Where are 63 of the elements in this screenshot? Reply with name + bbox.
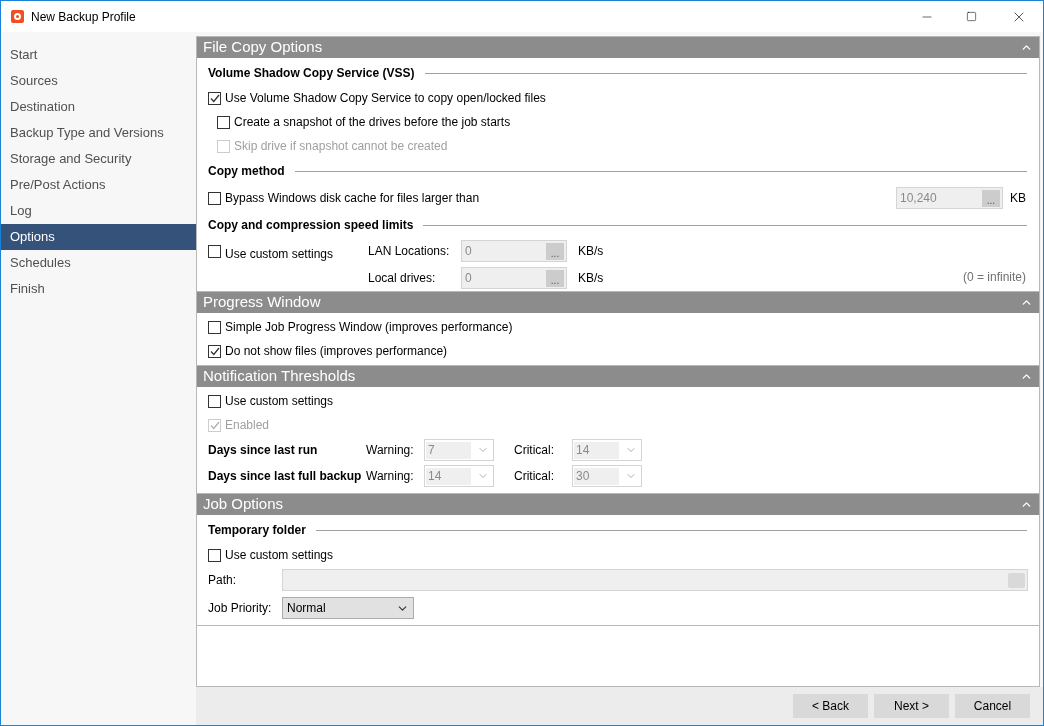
checkbox[interactable]: [208, 320, 221, 334]
checkmark-icon: [209, 420, 220, 430]
checkmark-icon: [209, 346, 220, 356]
sidebar-item[interactable]: Log: [1, 198, 196, 224]
number-field[interactable]: 0 ...: [461, 240, 567, 262]
checkbox-label: Do not show files (improves performance): [225, 343, 448, 360]
threshold-label: Days since last full backup: [208, 468, 363, 485]
unit-label: KB: [1010, 190, 1026, 207]
wizard-button[interactable]: Cancel: [955, 694, 1030, 718]
checkbox[interactable]: [208, 191, 221, 205]
field-label: LAN Locations:: [368, 243, 451, 260]
field-label: Warning:: [366, 442, 415, 459]
field-label: Warning:: [366, 468, 415, 485]
priority-dropdown[interactable]: Normal: [282, 597, 414, 619]
checkbox[interactable]: [217, 115, 230, 129]
number-field[interactable]: 10,240 ...: [896, 187, 1003, 209]
sidebar-item[interactable]: Start: [1, 42, 196, 68]
field-label: Path:: [208, 572, 238, 589]
threshold-label: Days since last run: [208, 442, 319, 459]
field-label: Critical:: [514, 468, 555, 485]
unit-label: KB/s: [578, 243, 604, 260]
hint-text: (0 = infinite): [962, 269, 1026, 286]
sidebar-item[interactable]: Storage and Security: [1, 146, 196, 172]
sidebar-item[interactable]: Sources: [1, 68, 196, 94]
field-label: Job Priority:: [208, 600, 273, 617]
checkbox-label: Create a snapshot of the drives before the job starts: [234, 114, 511, 131]
checkbox[interactable]: [208, 344, 221, 358]
wizard-button[interactable]: Next >: [874, 694, 949, 718]
checkbox[interactable]: [208, 548, 221, 562]
checkbox-label: Skip drive if snapshot cannot be created: [234, 138, 448, 155]
checkbox[interactable]: [208, 394, 221, 408]
field-label: Critical:: [514, 442, 555, 459]
unit-label: KB/s: [578, 270, 604, 287]
group-heading: Copy method: [208, 163, 285, 180]
sidebar-item[interactable]: Schedules: [1, 250, 196, 276]
group-heading: Copy and compression speed limits: [208, 217, 414, 234]
sidebar-item[interactable]: Pre/Post Actions: [1, 172, 196, 198]
app-logo-icon: [11, 10, 24, 23]
field-label: Local drives:: [368, 270, 437, 287]
checkbox-label: Use custom settings: [225, 547, 334, 564]
maximize-icon[interactable]: [966, 11, 977, 22]
sidebar-item[interactable]: Backup Type and Versions: [1, 120, 196, 146]
browse-button[interactable]: ...: [982, 189, 1000, 207]
number-field[interactable]: 0 ...: [461, 267, 567, 289]
wizard-button[interactable]: < Back: [793, 694, 868, 718]
checkbox[interactable]: [208, 91, 221, 105]
checkbox-label: Use Volume Shadow Copy Service to copy open/locked files: [225, 90, 546, 107]
browse-button[interactable]: ...: [546, 269, 564, 287]
sidebar-item[interactable]: Options: [1, 224, 196, 250]
checkbox-label: Simple Job Progress Window (improves performance): [225, 319, 513, 336]
sidebar-item[interactable]: Destination: [1, 94, 196, 120]
path-field[interactable]: [282, 569, 1028, 591]
window-title: New Backup Profile: [31, 8, 137, 26]
checkbox[interactable]: [208, 245, 221, 258]
browse-button[interactable]: ...: [546, 242, 564, 260]
checkmark-icon: [209, 93, 220, 103]
checkbox-label: Bypass Windows disk cache for files larger than: [225, 190, 481, 207]
checkbox-label: Use custom settings: [225, 246, 334, 263]
checkbox-label: Enabled: [225, 417, 270, 434]
group-heading: Temporary folder: [208, 522, 306, 539]
checkbox-label: Use custom settings: [225, 393, 334, 410]
sidebar-item[interactable]: Finish: [1, 276, 196, 302]
group-heading: Volume Shadow Copy Service (VSS): [208, 65, 415, 82]
